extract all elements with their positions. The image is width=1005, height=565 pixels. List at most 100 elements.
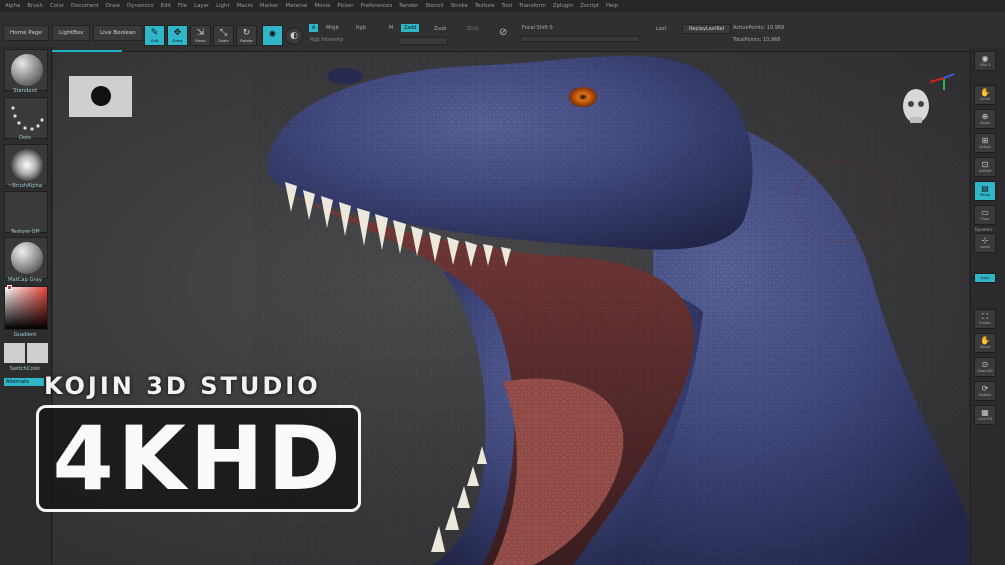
4khd-badge-text: 4KHD: [52, 406, 345, 510]
qxyz-button[interactable]: Qxyz: [974, 273, 996, 283]
actual-button[interactable]: ⊞ Actual: [974, 133, 996, 153]
menu-item-zscript[interactable]: Zscript: [580, 3, 599, 9]
secondary-color-swatch[interactable]: [27, 343, 48, 363]
gizmo-icon: ✺: [268, 30, 277, 40]
menu-item-draw[interactable]: Draw: [106, 3, 120, 9]
menu-item-file[interactable]: File: [178, 3, 187, 9]
texture-label: Texture Off: [10, 229, 40, 235]
brush-slot[interactable]: [4, 49, 48, 91]
material-label: MatCap Gray: [8, 277, 42, 283]
switch-color-button[interactable]: SwitchColor: [0, 366, 50, 372]
zoom-button[interactable]: ⊕ Zoom: [974, 109, 996, 129]
menu-item-layer[interactable]: Layer: [194, 3, 209, 9]
replay-last-button[interactable]: ReplayLastRel: [682, 24, 732, 34]
mrgb-toggle[interactable]: Mrgb: [326, 25, 339, 31]
rgb-intensity-label[interactable]: Rgb Intensity: [310, 37, 343, 43]
live-boolean-button[interactable]: Live Boolean: [93, 25, 143, 41]
spix-button[interactable]: ◉ SPix 3: [974, 51, 996, 71]
menu-item-texture[interactable]: Texture: [475, 3, 495, 9]
zcut-toggle[interactable]: Zcut: [467, 26, 478, 32]
rotate-tool-button[interactable]: ↻ Rotate: [236, 25, 257, 46]
menu-item-light[interactable]: Light: [216, 3, 229, 9]
stroke-slot[interactable]: [4, 97, 48, 139]
menu-bar: Alpha Brush Color Document Draw Dynamics Edit F…: [0, 0, 1005, 12]
scroll-button[interactable]: ✋ Scroll: [974, 85, 996, 105]
persp-button[interactable]: ▤ Persp: [974, 181, 996, 201]
material-slot[interactable]: [4, 237, 48, 279]
dots-stroke-icon: [11, 106, 44, 131]
m-toggle[interactable]: M: [389, 25, 393, 31]
menu-item-stencil[interactable]: Stencil: [425, 3, 443, 9]
alpha-slot[interactable]: [4, 144, 48, 186]
scale-icon: ⤡: [219, 27, 228, 38]
edit-tool-button[interactable]: ✎ Edit: [144, 25, 165, 46]
zoom3d-button[interactable]: ⊙ Zoom3D: [974, 357, 996, 377]
brush-alpha-icon: [11, 149, 43, 181]
right-tray: ◉ SPix 3 ✋ Scroll ⊕ Zoom ⊞ Actual ⊡ AAHalf ▤ P…: [970, 47, 1005, 565]
menu-item-transform[interactable]: Transform: [519, 3, 546, 9]
4khd-badge: 4KHD: [36, 405, 361, 512]
move-icon: ⇲: [196, 27, 205, 38]
local-button[interactable]: ⊹ Local: [974, 233, 996, 253]
spix-icon: ◉: [981, 53, 989, 63]
focal-shift-label[interactable]: Focal Shift 0: [522, 25, 553, 31]
a-toggle[interactable]: A: [309, 24, 319, 32]
rotate-icon: ↻: [242, 27, 251, 38]
draw-tool-button[interactable]: ✥ Draw: [167, 25, 188, 46]
aahalf-button[interactable]: ⊡ AAHalf: [974, 157, 996, 177]
focal-shift-slider[interactable]: [520, 36, 640, 42]
menu-item-document[interactable]: Document: [71, 3, 99, 9]
rotate-view-button[interactable]: ⟳ Rotate: [974, 381, 996, 401]
matcap-gray-icon: [11, 242, 43, 274]
move-tool-button[interactable]: ⇲ Move: [190, 25, 211, 46]
zsub-toggle[interactable]: Zsub: [434, 26, 446, 32]
frame-button[interactable]: ⛶ Frame: [974, 309, 996, 329]
menu-item-dynamics[interactable]: Dynamics: [127, 3, 154, 9]
main-color-swatch[interactable]: [4, 343, 25, 363]
brush-size-icon: ⊘: [499, 27, 508, 38]
menu-item-alpha[interactable]: Alpha: [5, 3, 20, 9]
scale-tool-button[interactable]: ⤡ Scale: [213, 25, 234, 46]
total-points-readout: TotalPoints: 10,968: [733, 37, 781, 43]
material-sphere-button[interactable]: ◐: [285, 27, 303, 45]
floor-button[interactable]: ▭ Floor: [974, 205, 996, 225]
menu-item-material[interactable]: Material: [286, 3, 308, 9]
dynamic-label: Dynamic: [975, 227, 993, 232]
lightbox-button[interactable]: LightBox: [52, 25, 91, 41]
rgb-toggle[interactable]: Rgb: [356, 25, 366, 31]
menu-item-stroke[interactable]: Stroke: [451, 3, 468, 9]
menu-item-tool[interactable]: Tool: [502, 3, 512, 9]
material-sphere-icon: ◐: [290, 30, 298, 41]
zoom3d-icon: ⊙: [981, 359, 989, 369]
last-button[interactable]: Last: [656, 26, 666, 32]
move-hand-icon: ✋: [980, 335, 990, 345]
menu-item-render[interactable]: Render: [399, 3, 418, 9]
scroll-icon: ✋: [980, 87, 990, 97]
color-picker[interactable]: [4, 285, 48, 330]
move-view-button[interactable]: ✋ Move: [974, 333, 996, 353]
menu-item-brush[interactable]: Brush: [27, 3, 43, 9]
menu-item-picker[interactable]: Picker: [337, 3, 353, 9]
menu-item-macro[interactable]: Macro: [237, 3, 253, 9]
home-page-button[interactable]: Home Page: [3, 25, 49, 41]
brush-label: Standard: [13, 88, 37, 94]
z-intensity-slider[interactable]: [398, 37, 448, 45]
menu-item-movie[interactable]: Movie: [314, 3, 330, 9]
studio-title: KOJIN 3D STUDIO: [44, 372, 321, 400]
floor-icon: ▭: [981, 207, 989, 217]
menu-item-edit[interactable]: Edit: [161, 3, 171, 9]
menu-item-help[interactable]: Help: [606, 3, 618, 9]
line-fill-button[interactable]: ▦ Line Fill: [974, 405, 996, 425]
alternate-button[interactable]: Alternate: [4, 378, 44, 386]
zadd-toggle[interactable]: Zadd: [401, 24, 420, 32]
menu-item-color[interactable]: Color: [50, 3, 64, 9]
line-fill-icon: ▦: [981, 407, 989, 417]
gradient-label: Gradient: [13, 332, 37, 338]
menu-item-marker[interactable]: Marker: [260, 3, 279, 9]
persp-icon: ▤: [981, 183, 989, 193]
menu-item-preferences[interactable]: Preferences: [360, 3, 392, 9]
menu-item-zplugin[interactable]: Zplugin: [553, 3, 573, 9]
navigation-skull-gizmo[interactable]: [900, 72, 960, 138]
texture-slot[interactable]: [4, 191, 48, 233]
gizmo-button[interactable]: ✺: [262, 25, 283, 46]
